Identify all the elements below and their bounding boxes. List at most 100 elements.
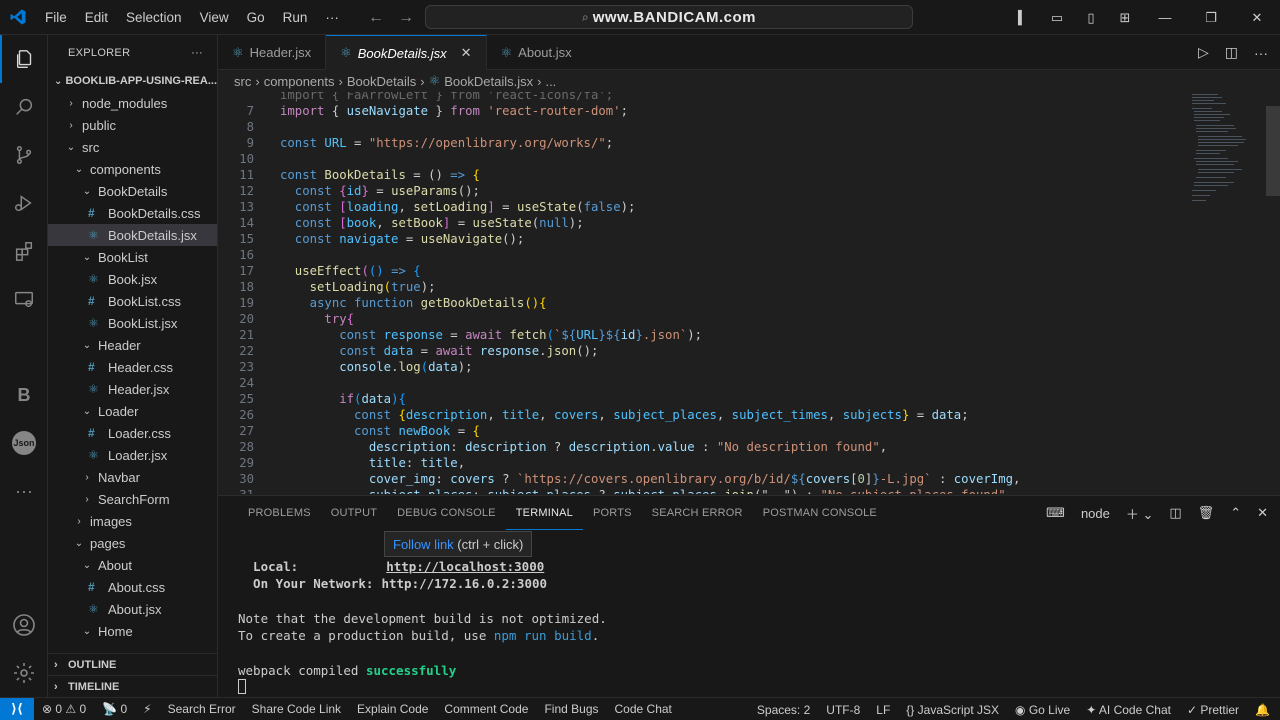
- split-editor-icon[interactable]: ◫: [1225, 44, 1238, 61]
- remote-explorer-icon[interactable]: [0, 275, 48, 323]
- menu-view[interactable]: View: [191, 0, 238, 35]
- folder-item[interactable]: › public: [48, 114, 217, 136]
- restore-icon[interactable]: ❐: [1188, 10, 1234, 26]
- source-control-icon[interactable]: [0, 131, 48, 179]
- prettier-button[interactable]: ✓ Prettier: [1187, 703, 1239, 717]
- bootstrap-icon[interactable]: B: [0, 371, 48, 419]
- file-item[interactable]: # BookDetails.css: [48, 202, 217, 224]
- file-item[interactable]: ⚛ Book.jsx: [48, 268, 217, 290]
- file-item[interactable]: # BookList.css: [48, 290, 217, 312]
- chevron-up-icon[interactable]: ⌃: [1230, 505, 1241, 521]
- panel-tab-terminal[interactable]: TERMINAL: [505, 496, 583, 530]
- local-url-link[interactable]: http://localhost:3000: [386, 559, 544, 574]
- breadcrumb-symbol[interactable]: ...: [545, 74, 556, 89]
- timeline-section[interactable]: › TIMELINE: [48, 675, 217, 697]
- run-icon[interactable]: ▷: [1198, 44, 1209, 61]
- folder-item[interactable]: ⌄ src: [48, 136, 217, 158]
- json-icon[interactable]: Json: [0, 419, 48, 467]
- forward-arrow-icon[interactable]: →: [398, 9, 414, 27]
- panel-tab-search-error[interactable]: SEARCH ERROR: [642, 496, 753, 530]
- terminal-shell[interactable]: node: [1081, 506, 1110, 521]
- language-mode[interactable]: {} JavaScript JSX: [906, 703, 999, 717]
- file-item[interactable]: ⚛ Loader.jsx: [48, 444, 217, 466]
- search-icon[interactable]: [0, 83, 48, 131]
- panel-tab-postman-console[interactable]: POSTMAN CONSOLE: [753, 496, 887, 530]
- breadcrumb-file[interactable]: BookDetails.jsx: [444, 74, 533, 89]
- menu-file[interactable]: File: [36, 0, 76, 35]
- toggle-sidebar-icon[interactable]: ▍: [1006, 10, 1040, 26]
- panel-tab-problems[interactable]: PROBLEMS: [238, 496, 321, 530]
- file-item[interactable]: ⚛ BookDetails.jsx: [48, 224, 217, 246]
- indentation-status[interactable]: Spaces: 2: [757, 703, 810, 717]
- explorer-more-icon[interactable]: ···: [191, 47, 203, 59]
- explorer-icon[interactable]: [0, 35, 48, 83]
- outline-section[interactable]: › OUTLINE: [48, 653, 217, 675]
- tooltip-link[interactable]: Follow link: [393, 537, 454, 552]
- find-bugs-button[interactable]: Find Bugs: [544, 702, 598, 716]
- workspace-root[interactable]: ⌄ BOOKLIB-APP-USING-REA...: [48, 70, 217, 92]
- code-chat-button[interactable]: Code Chat: [615, 702, 672, 716]
- folder-item[interactable]: › node_modules: [48, 92, 217, 114]
- account-icon[interactable]: [0, 601, 48, 649]
- ports-indicator[interactable]: 📡 0: [102, 702, 127, 716]
- run-debug-icon[interactable]: [0, 179, 48, 227]
- folder-item[interactable]: › Navbar: [48, 466, 217, 488]
- folder-item[interactable]: ⌄ Home: [48, 620, 217, 642]
- menu-more[interactable]: ···: [316, 0, 348, 35]
- code-editor[interactable]: import { FaArrowLeft } from 'react-icons…: [218, 92, 1280, 494]
- folder-item[interactable]: ⌄ BookDetails: [48, 180, 217, 202]
- file-item[interactable]: # Loader.css: [48, 422, 217, 444]
- new-terminal-icon[interactable]: ＋ ⌄: [1126, 504, 1154, 523]
- remote-indicator-icon[interactable]: ⟩⟨: [0, 697, 34, 720]
- breadcrumb-components[interactable]: components: [264, 74, 335, 89]
- folder-item[interactable]: › images: [48, 510, 217, 532]
- editor-scrollbar[interactable]: [1266, 106, 1280, 196]
- more-icon[interactable]: ···: [0, 467, 48, 515]
- panel-tab-output[interactable]: OUTPUT: [321, 496, 387, 530]
- encoding-status[interactable]: UTF-8: [826, 703, 860, 717]
- folder-item[interactable]: ⌄ pages: [48, 532, 217, 554]
- explain-code-button[interactable]: Explain Code: [357, 702, 428, 716]
- tab-header-jsx[interactable]: ⚛ Header.jsx: [218, 35, 327, 70]
- close-panel-icon[interactable]: ✕: [1257, 505, 1268, 521]
- file-item[interactable]: ⚛ Header.jsx: [48, 378, 217, 400]
- menu-edit[interactable]: Edit: [76, 0, 117, 35]
- panel-tab-ports[interactable]: PORTS: [583, 496, 642, 530]
- file-item[interactable]: ⚛ About.jsx: [48, 598, 217, 620]
- comment-code-button[interactable]: Comment Code: [444, 702, 528, 716]
- go-live-button[interactable]: ◉ Go Live: [1015, 703, 1070, 717]
- problems-indicator[interactable]: ⊗ 0 ⚠ 0: [42, 702, 86, 716]
- tab-bookdetails-jsx[interactable]: ⚛ BookDetails.jsx ✕: [326, 35, 487, 70]
- folder-item[interactable]: ⌄ About: [48, 554, 217, 576]
- ai-code-chat-button[interactable]: ✦ AI Code Chat: [1086, 703, 1171, 717]
- minimap[interactable]: [1188, 92, 1248, 212]
- breadcrumb-bookdetails[interactable]: BookDetails: [347, 74, 416, 89]
- extensions-icon[interactable]: [0, 227, 48, 275]
- panel-tab-debug-console[interactable]: DEBUG CONSOLE: [387, 496, 506, 530]
- file-item[interactable]: ⚛ BookList.jsx: [48, 312, 217, 334]
- folder-item[interactable]: ⌄ components: [48, 158, 217, 180]
- search-error-button[interactable]: Search Error: [168, 702, 236, 716]
- close-window-icon[interactable]: ✕: [1234, 10, 1280, 26]
- trash-icon[interactable]: 🗑: [1198, 505, 1215, 521]
- menu-run[interactable]: Run: [274, 0, 317, 35]
- back-arrow-icon[interactable]: ←: [368, 9, 384, 27]
- menu-selection[interactable]: Selection: [117, 0, 191, 35]
- file-item[interactable]: # About.css: [48, 576, 217, 598]
- folder-item[interactable]: ⌄ BookList: [48, 246, 217, 268]
- split-terminal-icon[interactable]: ◫: [1169, 505, 1181, 521]
- minimize-icon[interactable]: —: [1142, 10, 1188, 25]
- folder-item[interactable]: ⌄ Loader: [48, 400, 217, 422]
- share-code-link-button[interactable]: Share Code Link: [252, 702, 341, 716]
- tab-about-jsx[interactable]: ⚛ About.jsx: [487, 35, 586, 70]
- eol-status[interactable]: LF: [876, 703, 890, 717]
- customize-layout-icon[interactable]: ⊞: [1108, 10, 1142, 26]
- toggle-panel-icon[interactable]: ▭: [1040, 10, 1074, 26]
- close-tab-icon[interactable]: ✕: [461, 45, 472, 61]
- command-center[interactable]: ⌕ www.BANDICAM.com booklib-app-using-rea…: [425, 5, 913, 29]
- lightning-icon[interactable]: ⚡: [143, 702, 151, 716]
- network-url[interactable]: http://172.16.0.2:3000: [381, 576, 547, 591]
- folder-item[interactable]: › SearchForm: [48, 488, 217, 510]
- folder-item[interactable]: ⌄ Header: [48, 334, 217, 356]
- more-actions-icon[interactable]: ···: [1254, 45, 1268, 61]
